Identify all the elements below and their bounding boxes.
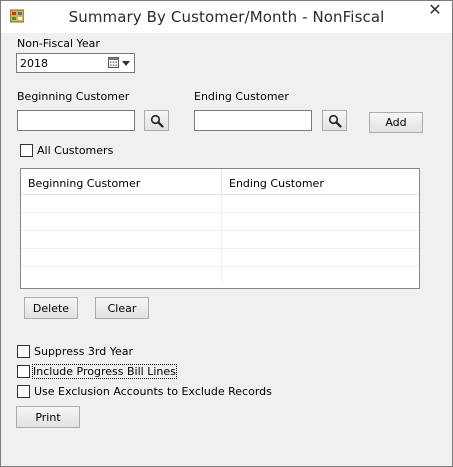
grid-column-header-beginning[interactable]: Beginning Customer <box>21 169 222 194</box>
all-customers-checkbox[interactable] <box>20 144 33 157</box>
suppress-3rd-year-checkbox[interactable] <box>17 345 30 358</box>
beginning-customer-input-box <box>17 110 135 131</box>
add-button[interactable]: Add <box>369 112 423 133</box>
print-button[interactable]: Print <box>16 406 80 428</box>
ending-customer-input-box <box>194 110 312 131</box>
include-progress-bill-lines-checkbox[interactable] <box>17 365 30 378</box>
chevron-down-icon[interactable] <box>122 61 130 66</box>
use-exclusion-accounts-label[interactable]: Use Exclusion Accounts to Exclude Record… <box>34 385 272 398</box>
grid-empty-row <box>21 249 419 267</box>
suppress-3rd-year-label[interactable]: Suppress 3rd Year <box>34 345 133 358</box>
title-bar[interactable]: Summary By Customer/Month - NonFiscal ✕ <box>1 1 452 33</box>
use-exclusion-accounts-checkbox[interactable] <box>17 385 30 398</box>
close-icon: ✕ <box>428 2 442 19</box>
year-label: Non-Fiscal Year <box>17 37 100 50</box>
beginning-customer-input[interactable] <box>18 111 134 130</box>
grid-header: Beginning Customer Ending Customer <box>21 169 419 195</box>
window-title: Summary By Customer/Month - NonFiscal <box>68 8 385 26</box>
close-button[interactable]: ✕ <box>420 1 450 21</box>
delete-button[interactable]: Delete <box>24 297 78 319</box>
clear-button[interactable]: Clear <box>95 297 149 319</box>
report-window: Summary By Customer/Month - NonFiscal ✕ … <box>0 0 453 467</box>
calendar-icon[interactable] <box>108 57 119 68</box>
ending-customer-label: Ending Customer <box>194 90 289 103</box>
include-progress-bill-lines-label[interactable]: Include Progress Bill Lines <box>32 364 177 379</box>
grid-empty-row <box>21 213 419 231</box>
all-customers-label[interactable]: All Customers <box>37 144 113 157</box>
year-datepicker[interactable]: 2018 <box>16 53 135 73</box>
grid-empty-row <box>21 231 419 249</box>
magnifier-icon <box>328 114 342 128</box>
grid-column-label: Ending Customer <box>229 177 324 190</box>
ending-customer-input[interactable] <box>195 111 311 130</box>
magnifier-icon <box>150 114 164 128</box>
grid-column-label: Beginning Customer <box>28 177 141 190</box>
beginning-customer-search-button[interactable] <box>144 110 169 131</box>
grid-empty-row <box>21 195 419 213</box>
year-value: 2018 <box>20 57 48 70</box>
grid-empty-row <box>21 267 419 285</box>
beginning-customer-label: Beginning Customer <box>17 90 130 103</box>
customer-range-grid[interactable]: Beginning Customer Ending Customer <box>20 168 420 289</box>
ending-customer-search-button[interactable] <box>322 110 347 131</box>
grid-column-header-ending[interactable]: Ending Customer <box>222 169 419 194</box>
